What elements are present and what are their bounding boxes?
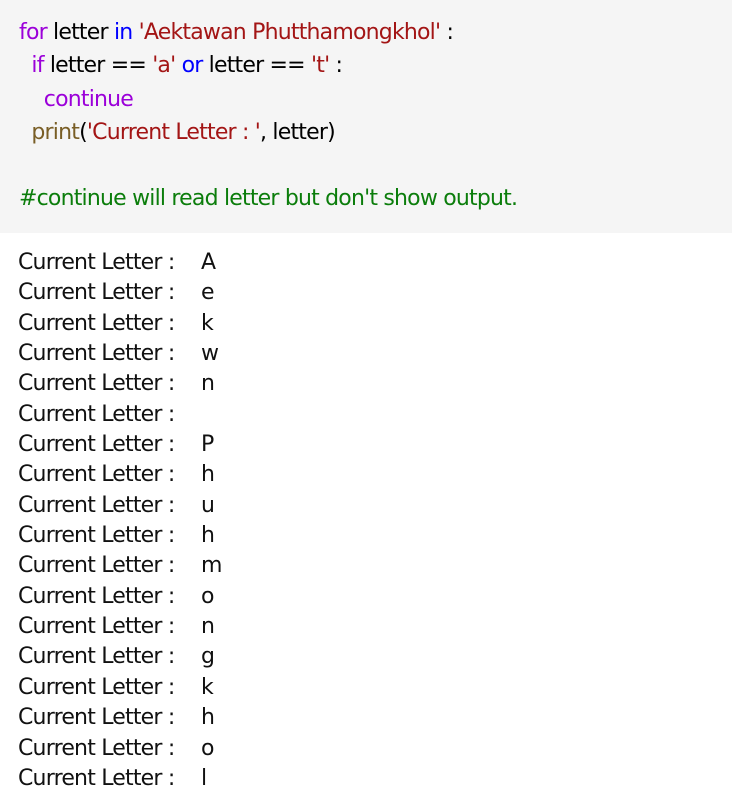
- code-text: , letter): [260, 120, 336, 145]
- keyword-if: if: [31, 53, 44, 78]
- output-value: h: [201, 462, 215, 488]
- code-text: :: [440, 20, 454, 45]
- code-line-if: if letter == 'a' or letter == 't' :: [19, 51, 343, 81]
- output-label: Current Letter :: [18, 432, 181, 458]
- output-line: Current Letter : n: [18, 369, 718, 399]
- keyword-in: in: [113, 20, 133, 45]
- string-literal: 'Aektawan Phutthamongkhol': [138, 20, 441, 45]
- output-value: h: [201, 523, 215, 549]
- keyword-continue: continue: [43, 87, 134, 112]
- code-text: :: [329, 53, 343, 78]
- function-print: print: [31, 120, 80, 145]
- string-literal: 'a': [152, 53, 176, 78]
- output-line: Current Letter : A: [18, 248, 718, 278]
- code-text: letter: [46, 20, 114, 45]
- output-line: Current Letter : w: [18, 339, 718, 369]
- output-value: l: [201, 765, 207, 791]
- output-line: Current Letter : g: [18, 642, 718, 672]
- code-line-print: print('Current Letter : ', letter): [19, 118, 335, 148]
- code-text: letter ==: [43, 53, 153, 78]
- output-value: w: [201, 341, 219, 367]
- output-value: e: [201, 280, 215, 306]
- output-value: n: [201, 614, 215, 640]
- output-value: g: [201, 644, 215, 670]
- output-line: Current Letter : e: [18, 278, 718, 308]
- keyword-or: or: [181, 53, 204, 78]
- output-label: Current Letter :: [18, 250, 181, 275]
- output-value: k: [201, 674, 214, 700]
- output-value: o: [201, 583, 214, 609]
- output-value: P: [201, 432, 214, 458]
- output-value: A: [201, 250, 216, 275]
- output-line: Current Letter : P: [18, 430, 718, 460]
- output-label: Current Letter :: [18, 705, 181, 731]
- output-label: Current Letter :: [18, 583, 181, 609]
- output-label: Current Letter :: [18, 462, 181, 488]
- code-text: letter ==: [202, 53, 312, 78]
- output-line: Current Letter : h: [18, 521, 718, 551]
- output-label: Current Letter :: [18, 523, 181, 549]
- output-label: Current Letter :: [18, 674, 181, 700]
- output-line: Current Letter : o: [18, 582, 718, 612]
- output-label: Current Letter :: [18, 735, 181, 761]
- output-line: Current Letter : h: [18, 460, 718, 490]
- keyword-for: for: [19, 20, 48, 45]
- output-value: k: [201, 310, 214, 336]
- output-label: Current Letter :: [18, 614, 181, 640]
- output-area: Current Letter : A Current Letter : e Curr…: [18, 248, 718, 794]
- output-value: h: [201, 705, 215, 731]
- code-cell[interactable]: for letter in 'Aektawan Phutthamongkhol'…: [0, 0, 732, 233]
- output-line: Current Letter : k: [18, 673, 718, 703]
- output-line: Current Letter :: [18, 400, 718, 430]
- code-comment: #continue will read letter but don't sho…: [19, 186, 518, 211]
- output-line: Current Letter : h: [18, 703, 718, 733]
- output-value: n: [201, 371, 215, 397]
- output-value: u: [201, 492, 215, 518]
- output-label: Current Letter :: [18, 401, 181, 427]
- output-label: Current Letter :: [18, 341, 181, 367]
- output-line: Current Letter : o: [18, 734, 718, 764]
- output-label: Current Letter :: [18, 280, 181, 306]
- output-value: o: [201, 735, 214, 761]
- output-value: m: [201, 553, 222, 579]
- string-literal: 'Current Letter : ': [86, 120, 261, 145]
- output-line: Current Letter : u: [18, 491, 718, 521]
- output-label: Current Letter :: [18, 644, 181, 670]
- output-label: Current Letter :: [18, 492, 181, 518]
- output-line: Current Letter : k: [18, 309, 718, 339]
- output-label: Current Letter :: [18, 371, 181, 397]
- output-label: Current Letter :: [18, 765, 181, 791]
- output-line: Current Letter : n: [18, 612, 718, 642]
- code-text: (: [79, 120, 88, 145]
- string-literal: 't': [311, 53, 330, 78]
- output-label: Current Letter :: [18, 310, 181, 336]
- output-label: Current Letter :: [18, 553, 181, 579]
- code-line-for: for letter in 'Aektawan Phutthamongkhol'…: [19, 18, 454, 48]
- output-line: Current Letter : l: [18, 764, 718, 794]
- code-line-continue: continue: [19, 85, 134, 115]
- output-line: Current Letter : m: [18, 551, 718, 581]
